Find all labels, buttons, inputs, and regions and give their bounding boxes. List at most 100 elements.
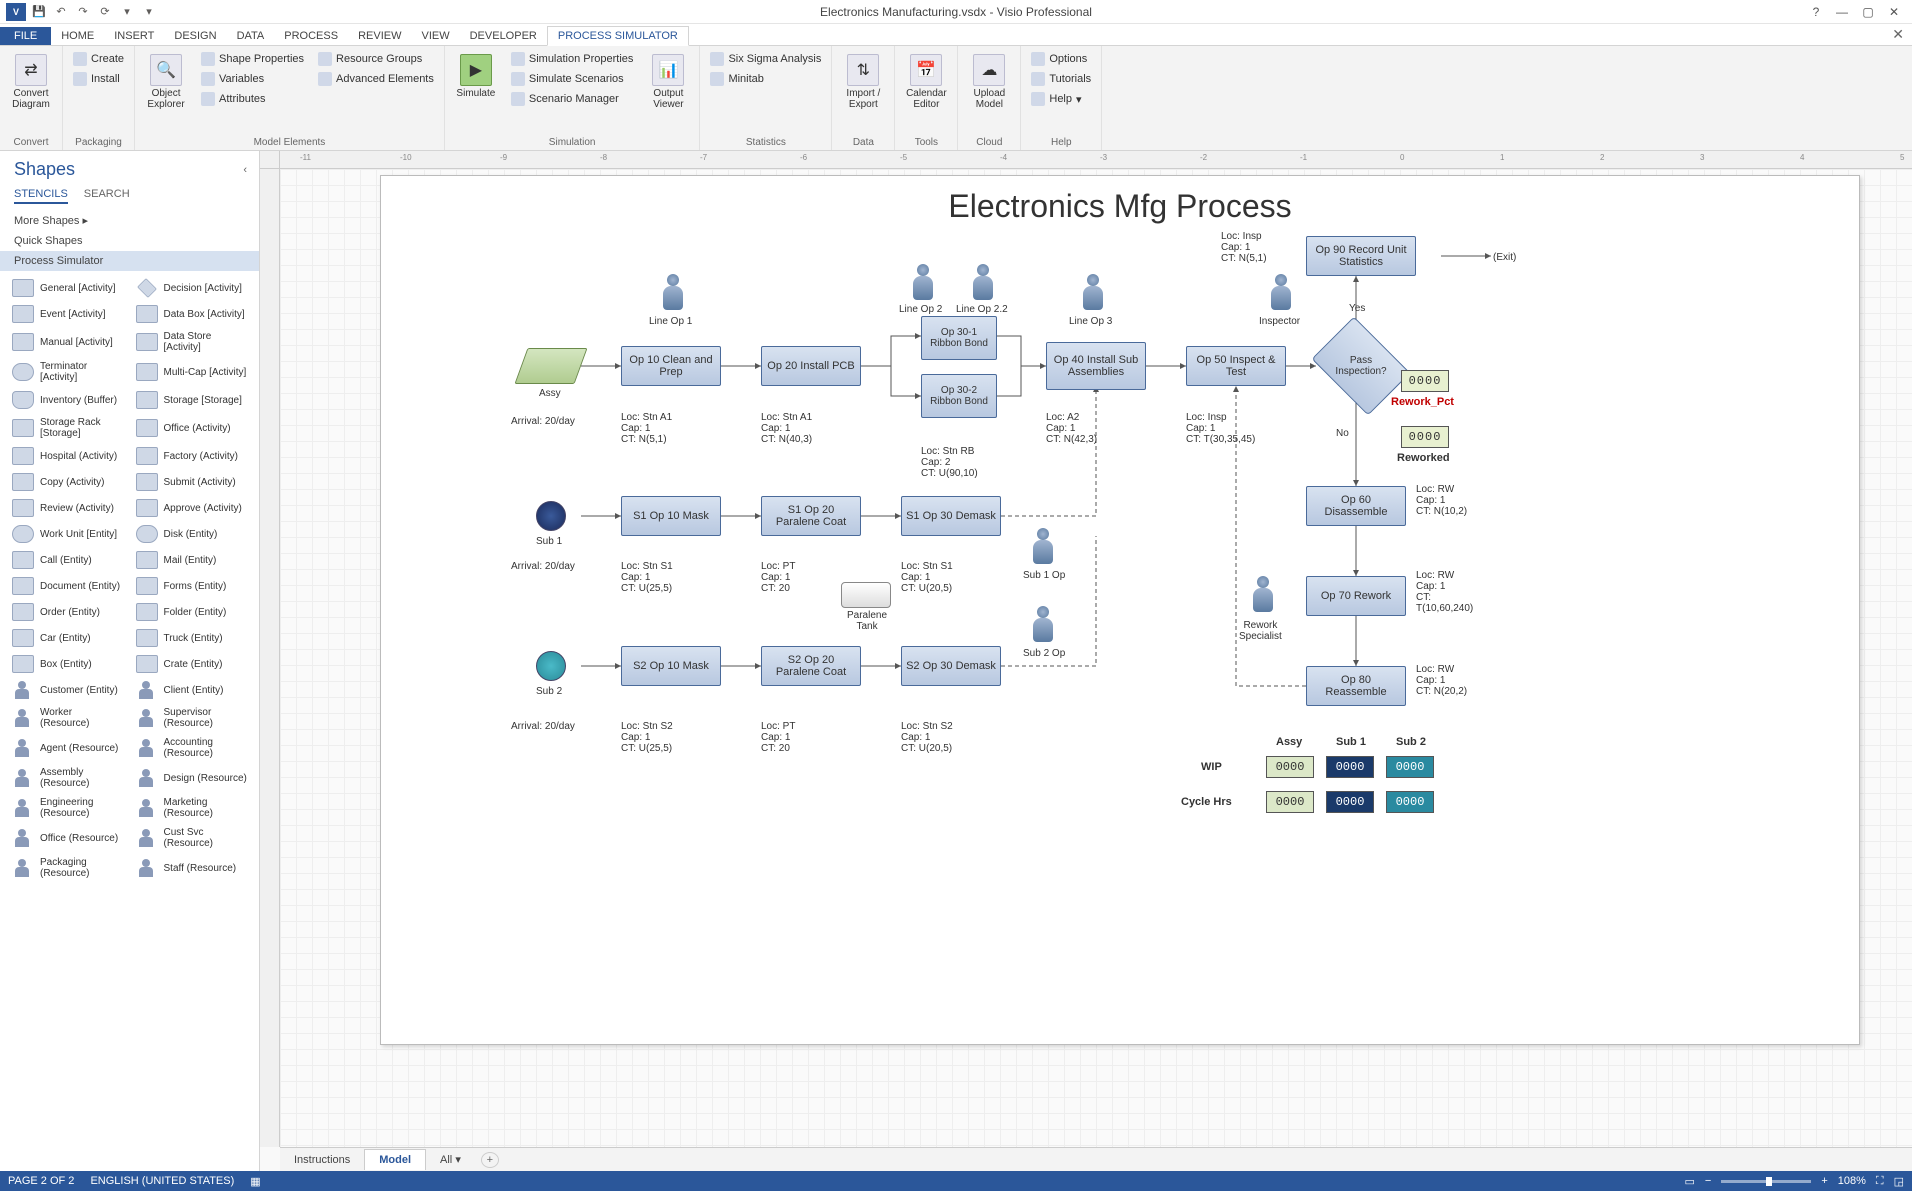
collapse-shapes-icon[interactable]: ‹ bbox=[243, 164, 247, 176]
shape-cust-svc-resource-[interactable]: Cust Svc (Resource) bbox=[130, 823, 254, 853]
quick-shapes[interactable]: Quick Shapes bbox=[0, 231, 259, 251]
process-simulator-stencil[interactable]: Process Simulator bbox=[0, 251, 259, 271]
shape-truck-entity-[interactable]: Truck (Entity) bbox=[130, 625, 254, 651]
tab-file[interactable]: FILE bbox=[0, 27, 51, 45]
shape-storage-storage-[interactable]: Storage [Storage] bbox=[130, 387, 254, 413]
shape-staff-resource-[interactable]: Staff (Resource) bbox=[130, 853, 254, 883]
shape-terminator-activity-[interactable]: Terminator [Activity] bbox=[6, 357, 130, 387]
tab-insert[interactable]: INSERT bbox=[104, 27, 164, 45]
resource-groups-button[interactable]: Resource Groups bbox=[314, 50, 438, 68]
shape-engineering-resource-[interactable]: Engineering (Resource) bbox=[6, 793, 130, 823]
shape-data-store-activity-[interactable]: Data Store [Activity] bbox=[130, 327, 254, 357]
shape-folder-entity-[interactable]: Folder (Entity) bbox=[130, 599, 254, 625]
add-page-button[interactable]: + bbox=[481, 1152, 499, 1168]
output-viewer-button[interactable]: 📊Output Viewer bbox=[643, 50, 693, 135]
shape-storage-rack-storage-[interactable]: Storage Rack [Storage] bbox=[6, 413, 130, 443]
line-op-22-icon[interactable] bbox=[971, 264, 995, 304]
shape-marketing-resource-[interactable]: Marketing (Resource) bbox=[130, 793, 254, 823]
search-tab[interactable]: SEARCH bbox=[84, 188, 130, 204]
s2op20[interactable]: S2 Op 20 Paralene Coat bbox=[761, 646, 861, 686]
redo-icon[interactable]: ↷ bbox=[74, 3, 92, 21]
shape-design-resource-[interactable]: Design (Resource) bbox=[130, 763, 254, 793]
tab-review[interactable]: REVIEW bbox=[348, 27, 411, 45]
shape-office-activity-[interactable]: Office (Activity) bbox=[130, 413, 254, 443]
tab-process[interactable]: PROCESS bbox=[274, 27, 348, 45]
paralene-tank-icon[interactable] bbox=[841, 582, 891, 608]
tab-view[interactable]: VIEW bbox=[411, 27, 459, 45]
shape-accounting-resource-[interactable]: Accounting (Resource) bbox=[130, 733, 254, 763]
close-icon[interactable]: ✕ bbox=[1882, 3, 1906, 21]
help-icon[interactable]: ? bbox=[1804, 3, 1828, 21]
undo-icon[interactable]: ↶ bbox=[52, 3, 70, 21]
page[interactable]: Electronics Mfg Process bbox=[380, 175, 1860, 1045]
minitab-button[interactable]: Minitab bbox=[706, 70, 825, 88]
macro-icon[interactable]: ▦ bbox=[250, 1175, 260, 1188]
tab-data[interactable]: DATA bbox=[227, 27, 275, 45]
more-shapes[interactable]: More Shapes ▸ bbox=[0, 210, 259, 231]
op50[interactable]: Op 50 Inspect & Test bbox=[1186, 346, 1286, 386]
refresh-icon[interactable]: ⟳ bbox=[96, 3, 114, 21]
calendar-editor-button[interactable]: 📅Calendar Editor bbox=[901, 50, 951, 135]
help-button[interactable]: Help ▾ bbox=[1027, 90, 1095, 108]
page-tab-model[interactable]: Model bbox=[364, 1149, 426, 1170]
op30-2[interactable]: Op 30-2 Ribbon Bond bbox=[921, 374, 997, 418]
shape-packaging-resource-[interactable]: Packaging (Resource) bbox=[6, 853, 130, 883]
stencils-tab[interactable]: STENCILS bbox=[14, 188, 68, 204]
scenario-manager-button[interactable]: Scenario Manager bbox=[507, 90, 638, 108]
inspector-icon[interactable] bbox=[1269, 274, 1293, 314]
tab-developer[interactable]: DEVELOPER bbox=[460, 27, 547, 45]
shape-copy-activity-[interactable]: Copy (Activity) bbox=[6, 469, 130, 495]
variables-button[interactable]: Variables bbox=[197, 70, 308, 88]
rework-specialist-icon[interactable] bbox=[1251, 576, 1275, 616]
options-button[interactable]: Options bbox=[1027, 50, 1095, 68]
s1op30[interactable]: S1 Op 30 Demask bbox=[901, 496, 1001, 536]
simulation-properties-button[interactable]: Simulation Properties bbox=[507, 50, 638, 68]
shape-mail-entity-[interactable]: Mail (Entity) bbox=[130, 547, 254, 573]
simulate-scenarios-button[interactable]: Simulate Scenarios bbox=[507, 70, 638, 88]
op20[interactable]: Op 20 Install PCB bbox=[761, 346, 861, 386]
sub1-start[interactable] bbox=[536, 501, 566, 531]
shape-car-entity-[interactable]: Car (Entity) bbox=[6, 625, 130, 651]
tab-home[interactable]: HOME bbox=[51, 27, 104, 45]
object-explorer-button[interactable]: 🔍Object Explorer bbox=[141, 50, 191, 135]
shape-data-box-activity-[interactable]: Data Box [Activity] bbox=[130, 301, 254, 327]
shape-worker-resource-[interactable]: Worker (Resource) bbox=[6, 703, 130, 733]
tab-process-simulator[interactable]: PROCESS SIMULATOR bbox=[547, 26, 689, 46]
shape-review-activity-[interactable]: Review (Activity) bbox=[6, 495, 130, 521]
op90[interactable]: Op 90 Record Unit Statistics bbox=[1306, 236, 1416, 276]
touch-icon[interactable]: ▾ bbox=[118, 3, 136, 21]
shape-submit-activity-[interactable]: Submit (Activity) bbox=[130, 469, 254, 495]
page-tab-all[interactable]: All ▾ bbox=[426, 1149, 475, 1170]
zoom-level[interactable]: 108% bbox=[1838, 1175, 1866, 1187]
advanced-elements-button[interactable]: Advanced Elements bbox=[314, 70, 438, 88]
shape-manual-activity-[interactable]: Manual [Activity] bbox=[6, 327, 130, 357]
sub1-op-icon[interactable] bbox=[1031, 528, 1055, 568]
s2op10[interactable]: S2 Op 10 Mask bbox=[621, 646, 721, 686]
line-op-2-icon[interactable] bbox=[911, 264, 935, 304]
shape-approve-activity-[interactable]: Approve (Activity) bbox=[130, 495, 254, 521]
s2op30[interactable]: S2 Op 30 Demask bbox=[901, 646, 1001, 686]
shape-event-activity-[interactable]: Event [Activity] bbox=[6, 301, 130, 327]
s1op10[interactable]: S1 Op 10 Mask bbox=[621, 496, 721, 536]
op80[interactable]: Op 80 Reassemble bbox=[1306, 666, 1406, 706]
import-export-button[interactable]: ⇅Import / Export bbox=[838, 50, 888, 135]
op60[interactable]: Op 60 Disassemble bbox=[1306, 486, 1406, 526]
shape-customer-entity-[interactable]: Customer (Entity) bbox=[6, 677, 130, 703]
attributes-button[interactable]: Attributes bbox=[197, 90, 308, 108]
upload-model-button[interactable]: ☁Upload Model bbox=[964, 50, 1014, 135]
shape-crate-entity-[interactable]: Crate (Entity) bbox=[130, 651, 254, 677]
s1op20[interactable]: S1 Op 20 Paralene Coat bbox=[761, 496, 861, 536]
page-tab-instructions[interactable]: Instructions bbox=[280, 1150, 364, 1170]
assy-start[interactable] bbox=[514, 348, 587, 384]
customize-qat-icon[interactable]: ▾ bbox=[140, 3, 158, 21]
save-icon[interactable]: 💾 bbox=[30, 3, 48, 21]
convert-diagram-button[interactable]: ⇄Convert Diagram bbox=[6, 50, 56, 135]
fit-page-icon[interactable]: ⛶ bbox=[1876, 1175, 1884, 1188]
zoom-in-icon[interactable]: + bbox=[1821, 1175, 1827, 1187]
tab-design[interactable]: DESIGN bbox=[164, 27, 226, 45]
shape-assembly-resource-[interactable]: Assembly (Resource) bbox=[6, 763, 130, 793]
op70[interactable]: Op 70 Rework bbox=[1306, 576, 1406, 616]
language-indicator[interactable]: ENGLISH (UNITED STATES) bbox=[90, 1175, 234, 1187]
shape-multi-cap-activity-[interactable]: Multi-Cap [Activity] bbox=[130, 357, 254, 387]
six-sigma-button[interactable]: Six Sigma Analysis bbox=[706, 50, 825, 68]
